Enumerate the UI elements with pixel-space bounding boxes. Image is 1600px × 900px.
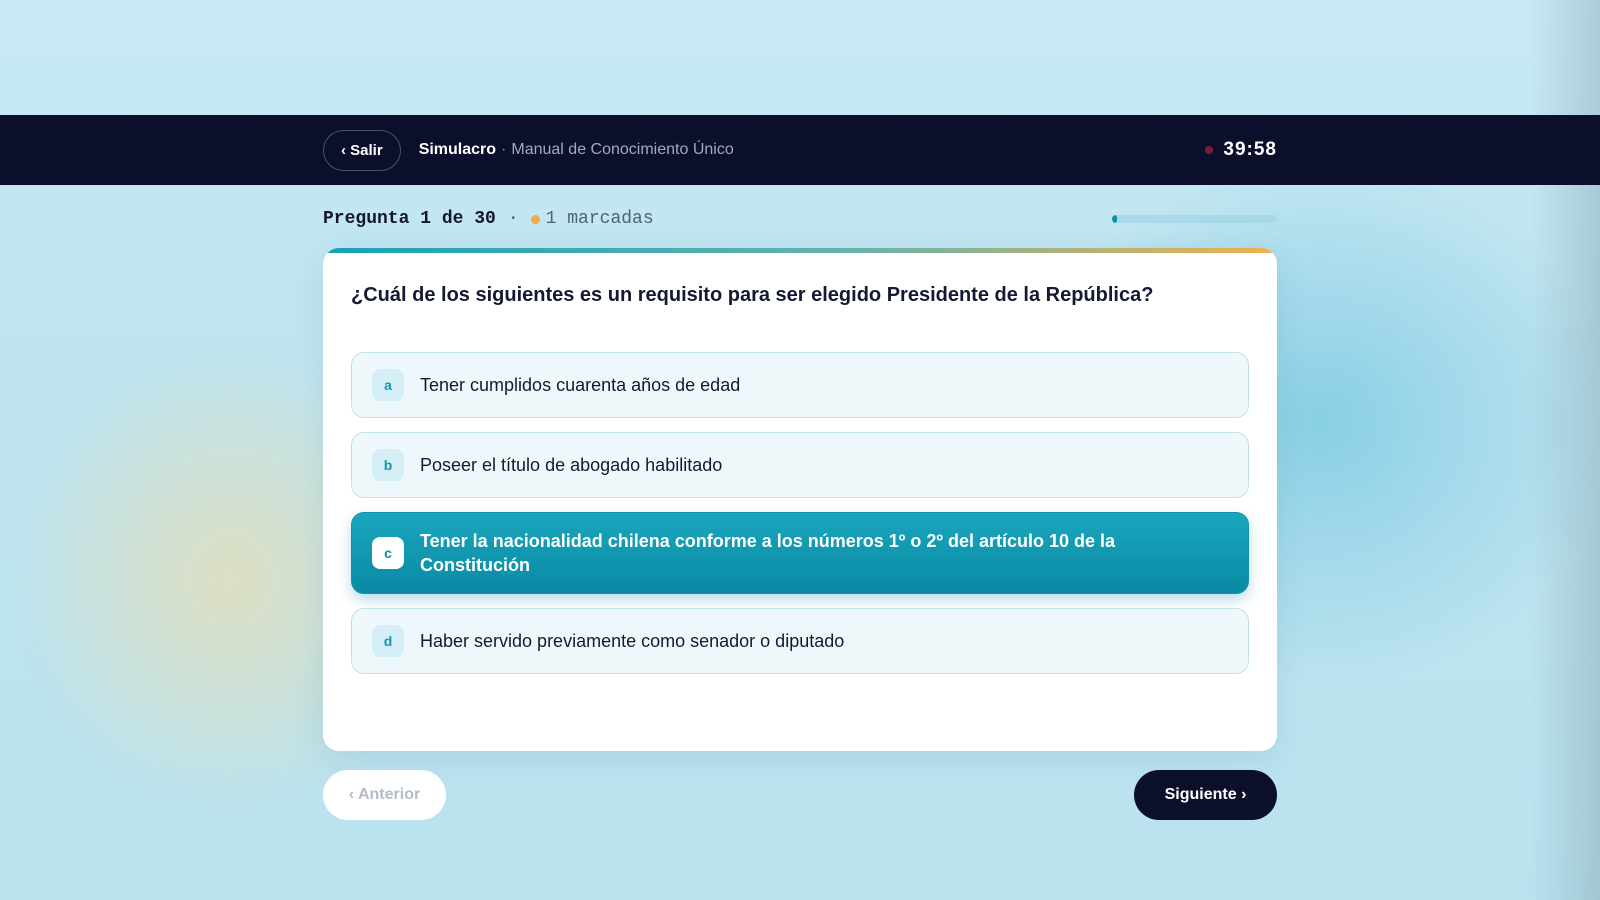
progress-bar (1112, 215, 1277, 223)
progress-row: Pregunta 1 de 30 · 1 marcadas (323, 206, 1277, 232)
exam-subject-label: Manual de Conocimiento Único (511, 141, 734, 158)
option-text: Haber servido previamente como senador o… (420, 630, 845, 651)
progress-bar-fill (1112, 215, 1118, 223)
timer-value: 39:58 (1223, 139, 1277, 160)
option-b[interactable]: b Poseer el título de abogado habilitado (351, 432, 1249, 498)
previous-button[interactable]: ‹ Anterior (323, 770, 446, 820)
breadcrumb: Simulacro · Manual de Conocimiento Único (419, 141, 734, 159)
recording-dot-icon (1205, 146, 1214, 154)
option-letter-badge: a (372, 369, 404, 401)
option-a[interactable]: a Tener cumplidos cuarenta años de edad (351, 352, 1249, 418)
breadcrumb-separator: · (501, 141, 507, 158)
top-bar-content: ‹ Salir Simulacro · Manual de Conocimien… (323, 115, 1277, 185)
top-bar: ‹ Salir Simulacro · Manual de Conocimien… (0, 115, 1600, 185)
exam-mode-label: Simulacro (418, 141, 497, 158)
option-letter-badge: c (372, 537, 404, 569)
progress-separator: · (507, 209, 519, 229)
question-card: ¿Cuál de los siguientes es un requisito … (323, 248, 1277, 751)
option-c[interactable]: c Tener la nacionalidad chilena conforme… (351, 512, 1249, 594)
option-text: Tener cumplidos cuarenta años de edad (420, 374, 741, 395)
option-text: Tener la nacionalidad chilena conforme a… (420, 530, 1116, 575)
question-counter: Pregunta 1 de 30 (323, 209, 496, 229)
marked-count: 1 marcadas (545, 209, 654, 229)
exit-button[interactable]: ‹ Salir (323, 129, 401, 171)
option-d[interactable]: d Haber servido previamente como senador… (351, 608, 1249, 674)
next-button[interactable]: Siguiente › (1134, 770, 1277, 820)
option-letter-badge: b (372, 449, 404, 481)
question-text: ¿Cuál de los siguientes es un requisito … (351, 284, 1154, 306)
option-letter-badge: d (372, 625, 404, 657)
card-accent-bar (323, 248, 1277, 253)
marked-dot-icon (530, 214, 540, 224)
timer: 39:58 (1205, 139, 1277, 161)
option-text: Poseer el título de abogado habilitado (420, 454, 723, 475)
